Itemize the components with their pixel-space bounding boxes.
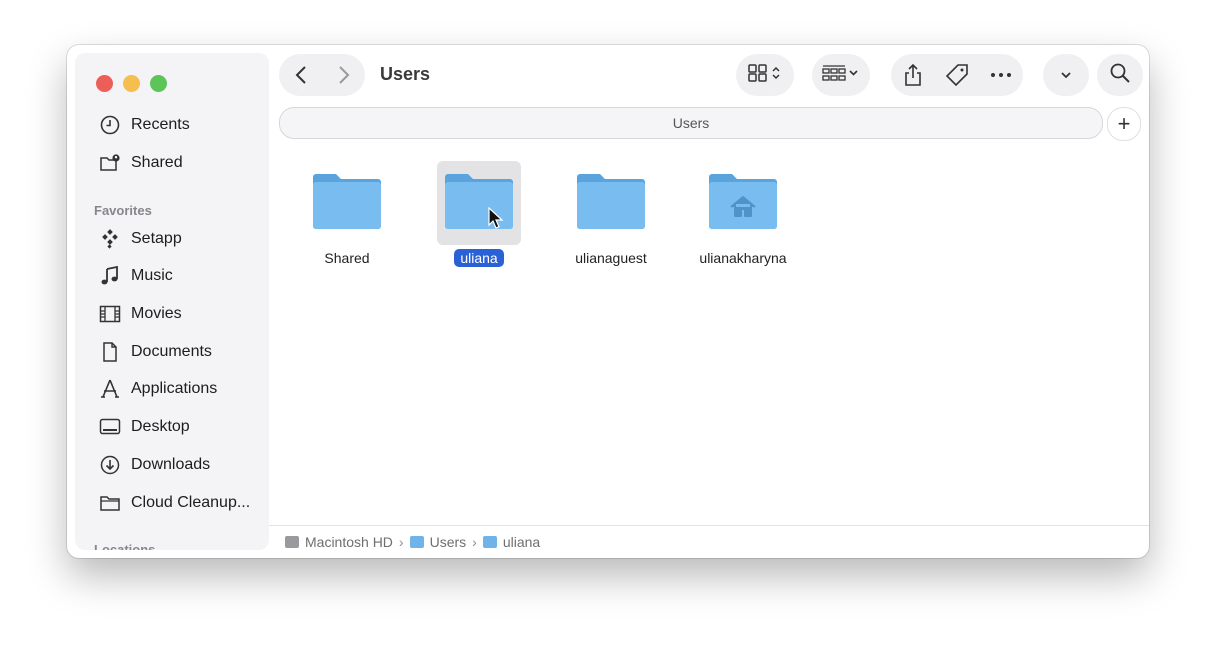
tag-icon xyxy=(945,63,969,87)
sidebar-item-music[interactable]: Music xyxy=(97,262,267,290)
forward-button[interactable] xyxy=(322,54,365,96)
folder-icon-wrap xyxy=(569,161,653,245)
download-icon xyxy=(97,454,123,476)
back-button[interactable] xyxy=(279,54,322,96)
folder-icon xyxy=(575,171,647,236)
breadcrumb-users[interactable]: Users xyxy=(409,534,467,550)
group-grid-icon xyxy=(821,63,861,88)
sidebar-item-label: Recents xyxy=(131,116,190,133)
sidebar: Recents Shared Favorites Setapp Music Mo… xyxy=(75,53,269,550)
group-by-button[interactable] xyxy=(812,54,870,96)
sidebar-item-applications[interactable]: Applications xyxy=(97,375,267,403)
setapp-icon xyxy=(97,228,123,250)
item-name: uliana xyxy=(454,249,504,267)
actions-group xyxy=(891,54,1023,96)
folder-icon xyxy=(443,171,515,236)
sidebar-item-label: Cloud Cleanup... xyxy=(131,494,251,511)
sidebar-item-recents[interactable]: Recents xyxy=(97,111,267,139)
folder-icon-wrap xyxy=(437,161,521,245)
search-icon xyxy=(1109,62,1131,89)
folder-icon xyxy=(482,536,497,548)
sidebar-item-shared[interactable]: Shared xyxy=(97,149,267,177)
share-button[interactable] xyxy=(891,54,935,96)
clock-icon xyxy=(97,114,123,136)
sidebar-item-label: Setapp xyxy=(131,230,182,247)
disk-icon xyxy=(285,536,299,548)
maximize-button[interactable] xyxy=(150,75,167,92)
minimize-button[interactable] xyxy=(123,75,140,92)
item-name: ulianaguest xyxy=(575,250,647,266)
breadcrumb-separator: › xyxy=(472,534,477,550)
breadcrumb-label: Users xyxy=(429,534,467,550)
folder-item-shared[interactable]: Shared xyxy=(281,161,413,268)
sidebar-item-documents[interactable]: Documents xyxy=(97,338,267,366)
folder-item-ulianaguest[interactable]: ulianaguest xyxy=(545,161,677,268)
folder-icon xyxy=(311,171,383,236)
sidebar-item-label: Movies xyxy=(131,305,182,322)
sidebar-item-label: Shared xyxy=(131,154,183,171)
toolbar: Users xyxy=(269,45,1149,107)
chevron-left-icon xyxy=(295,65,307,85)
breadcrumb-uliana[interactable]: uliana xyxy=(482,534,541,550)
file-browser-content: Shared uliana ulianaguest ulianakharyna xyxy=(269,147,1149,526)
grid-view-icon xyxy=(747,63,783,88)
sidebar-item-label: Downloads xyxy=(131,456,211,473)
folder-item-uliana[interactable]: uliana xyxy=(413,161,545,268)
breadcrumb-macintosh-hd[interactable]: Macintosh HD xyxy=(285,534,393,550)
chevron-down-icon xyxy=(1060,66,1072,84)
sidebar-item-desktop[interactable]: Desktop xyxy=(97,413,267,441)
favorites-header: Favorites xyxy=(94,203,152,218)
folder-icon xyxy=(409,536,424,548)
mouse-cursor-icon xyxy=(488,206,504,234)
folder-icon xyxy=(97,492,123,514)
sidebar-item-setapp[interactable]: Setapp xyxy=(97,225,267,253)
breadcrumb-separator: › xyxy=(398,534,404,550)
home-folder-icon xyxy=(707,171,779,236)
item-name: Shared xyxy=(324,250,370,266)
tab-users[interactable]: Users xyxy=(279,107,1103,139)
new-tab-button[interactable]: + xyxy=(1107,107,1141,141)
path-breadcrumb: Macintosh HD › Users › uliana xyxy=(269,525,1149,558)
document-icon xyxy=(97,341,123,363)
folder-icon-wrap xyxy=(305,161,389,245)
search-button[interactable] xyxy=(1097,54,1143,96)
sidebar-item-label: Desktop xyxy=(131,418,190,435)
view-mode-button[interactable] xyxy=(736,54,794,96)
breadcrumb-label: Macintosh HD xyxy=(305,534,393,550)
folder-icon-wrap xyxy=(701,161,785,245)
sidebar-item-label: Documents xyxy=(131,343,212,360)
sidebar-item-movies[interactable]: Movies xyxy=(97,300,267,328)
share-icon xyxy=(903,63,923,87)
applications-icon xyxy=(97,378,123,400)
locations-header: Locations xyxy=(94,542,156,550)
tag-button[interactable] xyxy=(935,54,979,96)
ellipsis-icon xyxy=(990,72,1012,78)
item-name: ulianakharyna xyxy=(699,250,787,266)
music-note-icon xyxy=(97,265,123,287)
sidebar-item-cloud-cleanup[interactable]: Cloud Cleanup... xyxy=(97,489,267,517)
film-icon xyxy=(97,303,123,325)
sidebar-item-downloads[interactable]: Downloads xyxy=(97,451,267,479)
chevron-right-icon xyxy=(338,65,350,85)
finder-window: Recents Shared Favorites Setapp Music Mo… xyxy=(67,45,1149,558)
window-title: Users xyxy=(380,64,431,84)
folder-item-ulianakharyna[interactable]: ulianakharyna xyxy=(677,161,809,268)
sidebar-item-label: Music xyxy=(131,267,173,284)
close-button[interactable] xyxy=(96,75,113,92)
shared-folder-icon xyxy=(97,152,123,174)
sidebar-item-label: Applications xyxy=(131,380,218,397)
dropdown-button[interactable] xyxy=(1043,54,1089,96)
desktop-icon xyxy=(97,416,123,438)
navigation-group xyxy=(279,54,365,96)
breadcrumb-label: uliana xyxy=(502,534,541,550)
window-controls xyxy=(96,75,167,92)
more-button[interactable] xyxy=(979,54,1023,96)
